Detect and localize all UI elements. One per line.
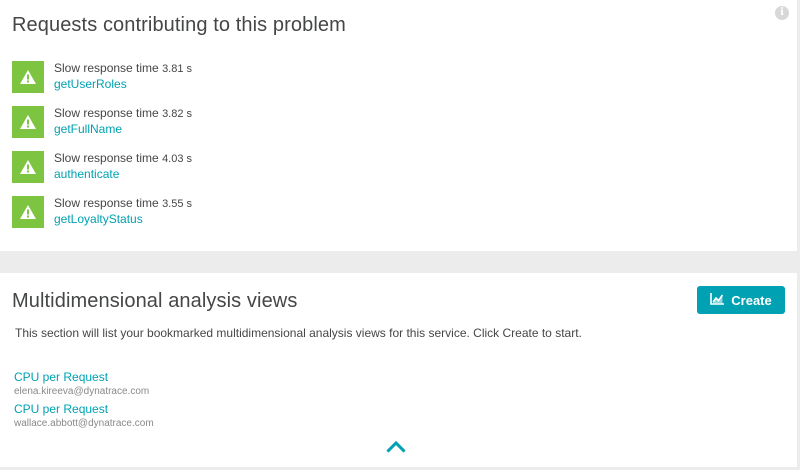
request-item: Slow response time 3.82 s getFullName xyxy=(12,106,192,151)
chevron-up-icon[interactable] xyxy=(386,439,406,453)
request-link-getfullname[interactable]: getFullName xyxy=(54,122,192,137)
requests-list: Slow response time 3.81 s getUserRoles S… xyxy=(12,61,192,241)
view-link[interactable]: CPU per Request xyxy=(14,402,154,417)
requests-panel: i Requests contributing to this problem … xyxy=(0,0,797,251)
response-time-value: 3.81 s xyxy=(162,63,193,75)
request-item: Slow response time 3.55 s getLoyaltyStat… xyxy=(12,196,192,241)
warning-icon xyxy=(12,106,44,138)
request-label: Slow response time xyxy=(54,151,159,165)
request-label: Slow response time xyxy=(54,106,159,120)
response-time-value: 3.55 s xyxy=(162,198,193,210)
chart-icon xyxy=(710,292,725,308)
view-item: CPU per Request wallace.abbott@dynatrace… xyxy=(14,402,154,434)
create-button-label: Create xyxy=(731,292,772,308)
request-label: Slow response time xyxy=(54,61,159,75)
warning-icon xyxy=(12,196,44,228)
request-link-getuserroles[interactable]: getUserRoles xyxy=(54,77,192,92)
warning-icon xyxy=(12,151,44,183)
response-time-value: 4.03 s xyxy=(162,153,193,165)
view-owner: wallace.abbott@dynatrace.com xyxy=(14,418,154,429)
create-button[interactable]: Create xyxy=(697,286,785,314)
warning-icon xyxy=(12,61,44,93)
requests-panel-title: Requests contributing to this problem xyxy=(12,14,346,36)
view-owner: elena.kireeva@dynatrace.com xyxy=(14,386,150,397)
view-link[interactable]: CPU per Request xyxy=(14,370,154,385)
request-label: Slow response time xyxy=(54,196,159,210)
mda-panel-title: Multidimensional analysis views xyxy=(12,290,298,312)
request-link-getloyaltystatus[interactable]: getLoyaltyStatus xyxy=(54,212,192,227)
request-item: Slow response time 4.03 s authenticate xyxy=(12,151,192,196)
mda-panel: Multidimensional analysis views Create T… xyxy=(0,273,797,467)
view-item: CPU per Request elena.kireeva@dynatrace.… xyxy=(14,370,154,402)
response-time-value: 3.82 s xyxy=(162,108,193,120)
mda-description: This section will list your bookmarked m… xyxy=(15,326,582,340)
info-icon[interactable]: i xyxy=(775,6,789,20)
views-list: CPU per Request elena.kireeva@dynatrace.… xyxy=(14,370,154,434)
request-item: Slow response time 3.81 s getUserRoles xyxy=(12,61,192,106)
request-link-authenticate[interactable]: authenticate xyxy=(54,167,192,182)
